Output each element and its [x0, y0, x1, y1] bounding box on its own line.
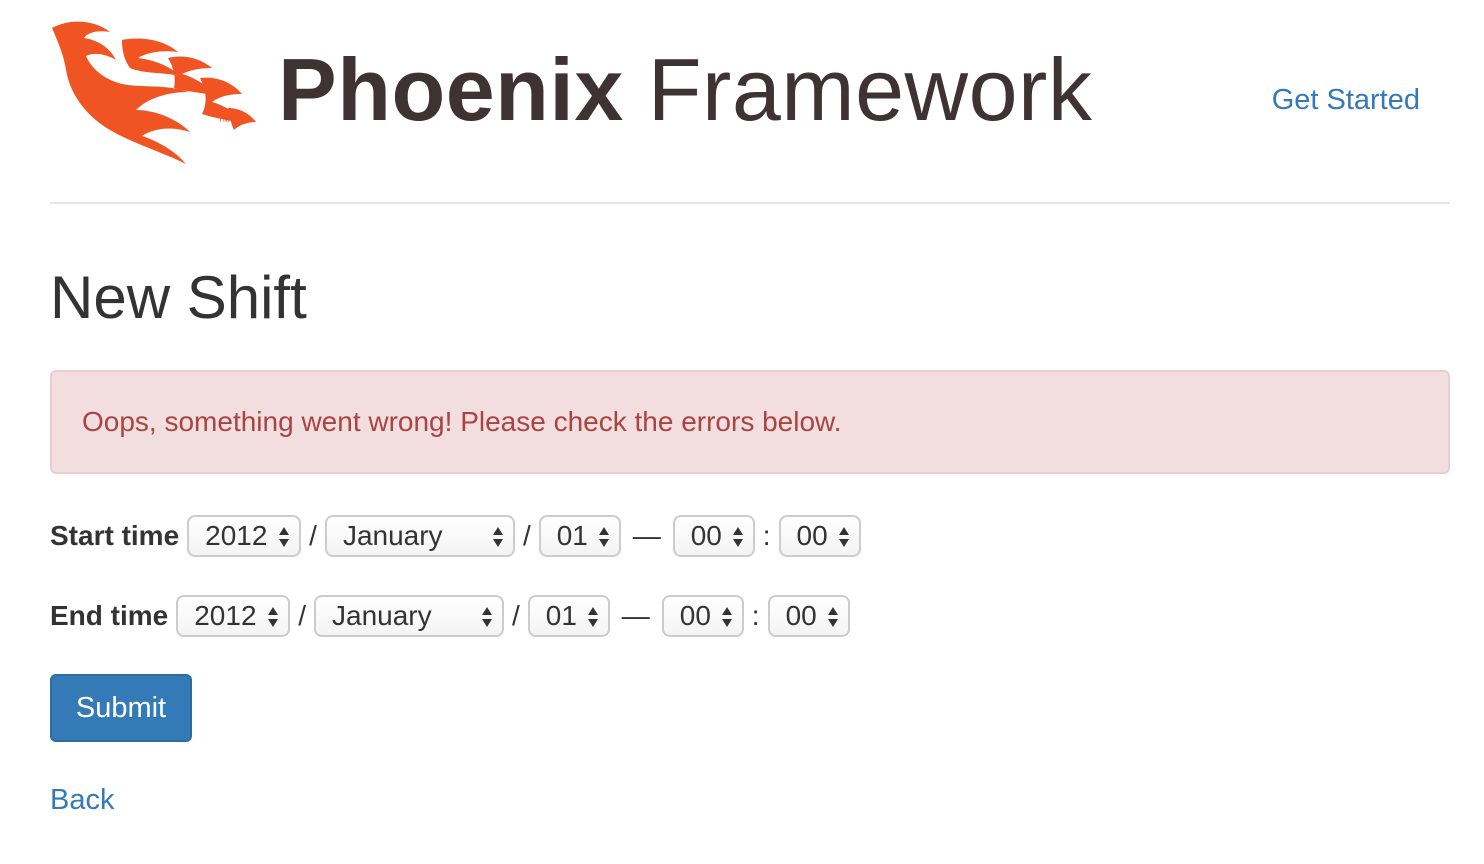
select-arrows-icon — [598, 527, 609, 547]
brand-wordmark: Phoenix Framework — [278, 40, 1092, 140]
select-arrows-icon — [721, 607, 732, 627]
phoenix-bird-icon: TM — [52, 21, 256, 165]
end-time-row: End time 2012 / January / 01 — 00 : 00 — [50, 594, 850, 638]
error-alert-message: Oops, something went wrong! Please check… — [82, 406, 842, 437]
submit-button[interactable]: Submit — [50, 674, 192, 742]
back-link[interactable]: Back — [50, 784, 114, 817]
site-header: TM Phoenix Framework Get Started — [50, 18, 1450, 168]
select-arrows-icon — [838, 527, 849, 547]
date-separator: / — [512, 600, 520, 631]
end-minute-value: 00 — [785, 600, 817, 631]
end-month-select[interactable]: January — [314, 595, 505, 637]
date-separator: / — [309, 520, 317, 551]
select-arrows-icon — [279, 527, 290, 547]
end-hour-select[interactable]: 00 — [661, 595, 744, 637]
end-minute-select[interactable]: 00 — [767, 595, 850, 637]
datetime-dash-separator: — — [621, 600, 650, 631]
brand-light-text: Framework — [647, 40, 1093, 139]
date-separator: / — [522, 520, 531, 551]
end-day-value: 01 — [545, 600, 577, 631]
end-month-value: January — [332, 600, 432, 631]
page-title: New Shift — [50, 264, 307, 331]
start-day-value: 01 — [556, 520, 588, 551]
datetime-dash-separator: — — [632, 520, 661, 551]
start-year-select[interactable]: 2012 — [187, 515, 302, 557]
start-month-value: January — [342, 520, 443, 551]
start-month-select[interactable]: January — [324, 515, 515, 557]
start-hour-select[interactable]: 00 — [672, 515, 755, 557]
header-divider — [50, 202, 1450, 204]
brand-bold-text: Phoenix — [278, 40, 624, 139]
get-started-link[interactable]: Get Started — [1272, 84, 1420, 117]
page: TM Phoenix Framework Get Started New Shif… — [0, 0, 1484, 864]
end-time-label: End time — [50, 600, 169, 631]
svg-text:TM: TM — [218, 115, 230, 124]
select-arrows-icon — [587, 607, 598, 627]
error-alert: Oops, something went wrong! Please check… — [50, 370, 1450, 474]
select-arrows-icon — [268, 607, 279, 627]
select-arrows-icon — [482, 607, 493, 627]
time-separator: : — [751, 600, 760, 631]
phoenix-logo-link[interactable]: TM Phoenix Framework — [50, 18, 1110, 168]
start-minute-select[interactable]: 00 — [778, 515, 861, 557]
end-hour-value: 00 — [679, 600, 711, 631]
end-year-value: 2012 — [194, 600, 257, 631]
start-day-select[interactable]: 01 — [538, 515, 621, 557]
date-separator: / — [298, 600, 307, 631]
start-year-value: 2012 — [205, 520, 268, 551]
end-day-select[interactable]: 01 — [527, 595, 610, 637]
start-time-row: Start time 2012 / January / 01 — 00 : 00 — [50, 514, 861, 558]
start-hour-value: 00 — [690, 520, 722, 551]
select-arrows-icon — [827, 607, 838, 627]
start-minute-value: 00 — [796, 520, 828, 551]
time-separator: : — [762, 520, 771, 551]
select-arrows-icon — [732, 527, 743, 547]
end-year-select[interactable]: 2012 — [176, 595, 291, 637]
start-time-label: Start time — [50, 520, 180, 551]
select-arrows-icon — [492, 527, 503, 547]
